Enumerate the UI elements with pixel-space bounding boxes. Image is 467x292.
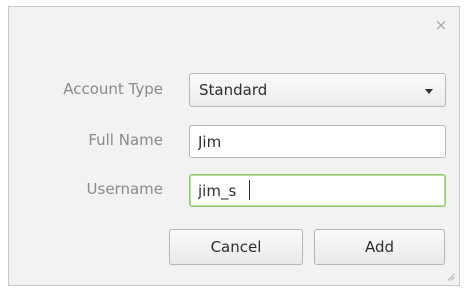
resize-grip-icon[interactable] [447,273,455,281]
full-name-field[interactable] [189,125,446,158]
chevron-down-icon [425,89,433,94]
account-type-value: Standard [199,81,268,99]
username-label: Username [86,180,163,198]
add-account-dialog: × Account Type Standard Full Name Userna… [8,6,460,286]
account-type-dropdown[interactable]: Standard [189,73,446,107]
full-name-label: Full Name [88,131,163,149]
username-field[interactable] [189,174,446,207]
account-type-label: Account Type [63,80,163,98]
close-icon[interactable]: × [433,17,449,33]
add-button[interactable]: Add [314,229,445,265]
cancel-button[interactable]: Cancel [169,229,303,265]
text-cursor [249,180,250,200]
